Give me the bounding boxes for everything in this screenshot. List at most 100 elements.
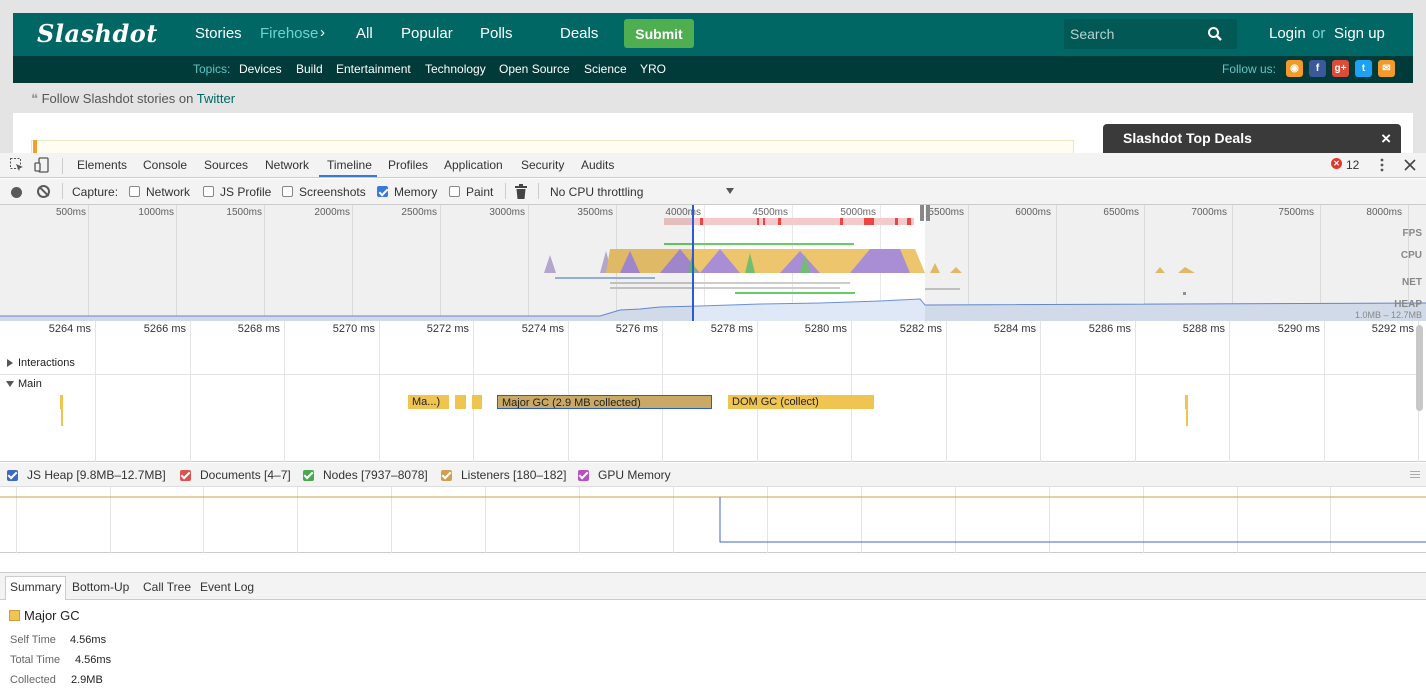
tab-timeline[interactable]: Timeline xyxy=(327,158,372,172)
tab-bottom-up[interactable]: Bottom-Up xyxy=(72,580,129,594)
collapse-icon[interactable] xyxy=(6,381,14,387)
email-icon[interactable]: ✉ xyxy=(1378,60,1395,77)
nodes-checkbox[interactable] xyxy=(303,470,314,481)
event-bar[interactable] xyxy=(1186,409,1188,426)
gpu-memory-checkbox[interactable] xyxy=(578,470,589,481)
submit-button[interactable]: Submit xyxy=(624,19,694,48)
device-toolbar-icon[interactable] xyxy=(34,157,50,173)
twitter-icon[interactable]: t xyxy=(1355,60,1372,77)
clear-icon[interactable] xyxy=(37,185,50,198)
tab-console[interactable]: Console xyxy=(143,158,187,172)
tab-audits[interactable]: Audits xyxy=(581,158,614,172)
event-bar[interactable]: Ma...) xyxy=(408,395,449,409)
topic-science[interactable]: Science xyxy=(584,62,627,76)
self-time-key: Self Time xyxy=(10,634,56,646)
network-option-label[interactable]: Network xyxy=(146,185,190,199)
network-checkbox[interactable] xyxy=(129,186,140,197)
expand-icon[interactable] xyxy=(7,359,13,367)
login-link[interactable]: Login xyxy=(1269,25,1306,42)
nodes-counter[interactable]: Nodes [7937–8078] xyxy=(323,468,428,482)
screenshots-option-label[interactable]: Screenshots xyxy=(299,185,366,199)
paint-option-label[interactable]: Paint xyxy=(466,185,493,199)
menu-icon[interactable] xyxy=(1410,471,1420,478)
tab-sources[interactable]: Sources xyxy=(204,158,248,172)
search-input[interactable]: Search xyxy=(1070,26,1114,42)
js-profile-option-label[interactable]: JS Profile xyxy=(220,185,271,199)
topic-entertainment[interactable]: Entertainment xyxy=(336,62,411,76)
event-bar[interactable] xyxy=(61,409,63,426)
rss-icon[interactable]: ◉ xyxy=(1286,60,1303,77)
documents-counter[interactable]: Documents [4–7] xyxy=(200,468,291,482)
time-ruler: 5264 ms 5266 ms 5268 ms 5270 ms 5272 ms … xyxy=(0,321,1426,341)
screenshots-checkbox[interactable] xyxy=(282,186,293,197)
range-handle-right[interactable] xyxy=(926,205,930,221)
nav-deals[interactable]: Deals xyxy=(560,25,598,42)
event-bar[interactable] xyxy=(472,395,482,409)
tab-call-tree[interactable]: Call Tree xyxy=(143,580,191,594)
range-handle-left[interactable] xyxy=(920,205,924,221)
nav-firehose[interactable]: Firehose xyxy=(260,25,318,42)
chevron-right-icon[interactable]: › xyxy=(320,24,325,41)
event-bar[interactable] xyxy=(60,395,63,409)
topic-open-source[interactable]: Open Source xyxy=(499,62,570,76)
event-bar[interactable] xyxy=(455,395,466,409)
story-box xyxy=(31,140,1074,153)
memory-option-label[interactable]: Memory xyxy=(394,185,437,199)
tab-profiles[interactable]: Profiles xyxy=(388,158,428,172)
tab-network[interactable]: Network xyxy=(265,158,309,172)
close-icon[interactable]: × xyxy=(1381,129,1391,149)
topic-devices[interactable]: Devices xyxy=(239,62,282,76)
paint-checkbox[interactable] xyxy=(449,186,460,197)
listeners-counter[interactable]: Listeners [180–182] xyxy=(461,468,566,482)
topic-yro[interactable]: YRO xyxy=(640,62,666,76)
twitter-link[interactable]: Twitter xyxy=(197,91,235,106)
error-count[interactable]: 12 xyxy=(1346,158,1359,172)
js-heap-counter[interactable]: JS Heap [9.8MB–12.7MB] xyxy=(27,468,166,482)
flame-chart[interactable] xyxy=(0,341,1426,462)
tab-summary[interactable]: Summary xyxy=(10,580,61,594)
listeners-checkbox[interactable] xyxy=(441,470,452,481)
nav-all[interactable]: All xyxy=(356,25,373,42)
topic-build[interactable]: Build xyxy=(296,62,323,76)
topic-technology[interactable]: Technology xyxy=(425,62,486,76)
ruler-tick: 5272 ms xyxy=(426,323,469,335)
trash-icon[interactable] xyxy=(515,184,527,199)
inspect-element-icon[interactable] xyxy=(9,157,25,173)
event-bar[interactable] xyxy=(1185,395,1188,409)
timeline-overview[interactable]: 500ms 1000ms 1500ms 2000ms 2500ms 3000ms… xyxy=(0,205,1426,321)
site-logo[interactable]: Slashdot xyxy=(37,19,158,48)
interactions-track-label[interactable]: Interactions xyxy=(18,357,75,369)
major-gc-event[interactable]: Major GC (2.9 MB collected) xyxy=(497,395,712,409)
ruler-tick: 5270 ms xyxy=(332,323,375,335)
google-plus-icon[interactable]: g+ xyxy=(1332,60,1349,77)
tab-security[interactable]: Security xyxy=(521,158,564,172)
nav-popular[interactable]: Popular xyxy=(401,25,453,42)
dom-gc-event[interactable]: DOM GC (collect) xyxy=(728,395,874,409)
tab-event-log[interactable]: Event Log xyxy=(200,580,254,594)
tab-elements[interactable]: Elements xyxy=(77,158,127,172)
chevron-down-icon[interactable] xyxy=(726,188,734,194)
close-devtools-icon[interactable] xyxy=(1402,157,1418,173)
documents-checkbox[interactable] xyxy=(180,470,191,481)
memory-checkbox[interactable] xyxy=(377,186,388,197)
signup-link[interactable]: Sign up xyxy=(1334,25,1385,42)
js-heap-checkbox[interactable] xyxy=(7,470,18,481)
summary-title: Major GC xyxy=(24,608,80,623)
cpu-throttling-select[interactable]: No CPU throttling xyxy=(550,185,643,199)
nav-stories[interactable]: Stories xyxy=(195,25,242,42)
gpu-memory-counter[interactable]: GPU Memory xyxy=(598,468,671,482)
error-icon[interactable]: ✕ xyxy=(1331,158,1342,169)
memory-graph xyxy=(0,487,1426,553)
facebook-icon[interactable]: f xyxy=(1309,60,1326,77)
search-box[interactable]: Search xyxy=(1064,19,1237,49)
search-icon[interactable] xyxy=(1207,26,1223,42)
nav-polls[interactable]: Polls xyxy=(480,25,513,42)
more-vertical-icon[interactable] xyxy=(1374,157,1390,173)
record-icon[interactable] xyxy=(11,187,22,198)
tab-application[interactable]: Application xyxy=(444,158,503,172)
main-track-label[interactable]: Main xyxy=(18,378,42,390)
twitter-follow-text: Follow Slashdot stories on xyxy=(41,91,194,106)
flame-scrollbar[interactable] xyxy=(1416,325,1423,411)
ruler-tick: 5292 ms xyxy=(1371,323,1414,335)
js-profile-checkbox[interactable] xyxy=(203,186,214,197)
